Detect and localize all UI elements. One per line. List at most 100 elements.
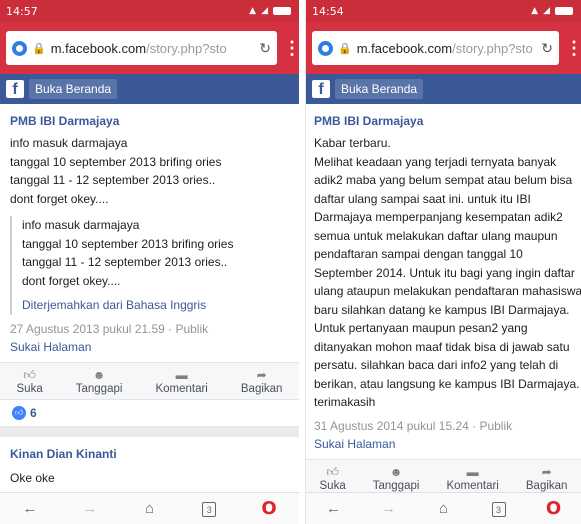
facebook-logo-icon[interactable]: f [6, 80, 24, 98]
comment-button[interactable]: ▬ Komentari [155, 368, 207, 395]
signal-icon: ◢ [543, 6, 550, 16]
facebook-header: f Buka Beranda [306, 74, 581, 104]
post-line: Untuk pertanyaan maupun pesan2 yang [314, 321, 528, 335]
address-bar[interactable]: 🔒 m.facebook.com/story.php?sto ↻ [6, 31, 277, 65]
post-author[interactable]: PMB IBI Darmajaya [314, 114, 573, 128]
post-line: info masuk darmajaya [10, 136, 128, 150]
like-page-link[interactable]: Sukai Halaman [10, 340, 289, 354]
address-bar[interactable]: 🔒 m.facebook.com/story.php?sto ↻ [312, 31, 559, 65]
post-line: terimakasih [314, 395, 376, 409]
react-button[interactable]: ☻ Tanggapi [373, 465, 420, 492]
home-button[interactable]: Buka Beranda [29, 79, 118, 99]
react-button[interactable]: ☻ Tanggapi [76, 368, 123, 395]
opera-site-icon [12, 40, 27, 56]
translated-quote: info masuk darmajaya tanggal 10 septembe… [10, 216, 289, 315]
quote-line: dont forget okey.... [22, 273, 121, 288]
post-author[interactable]: PMB IBI Darmajaya [10, 114, 289, 128]
browser-toolbar: 🔒 m.facebook.com/story.php?sto ↻ ⋮ [0, 22, 299, 74]
forward-icon[interactable]: → [75, 500, 105, 517]
facebook-logo-icon[interactable]: f [312, 80, 330, 98]
post-line: Kabar terbaru. [314, 136, 391, 150]
speech-bubble-icon: ▬ [466, 464, 479, 479]
browser-menu-icon[interactable]: ⋮ [283, 38, 299, 59]
comment-text: Oke oke [10, 470, 55, 485]
url-path: /story.php?sto [452, 40, 533, 56]
post-line: tanggal 10 september 2013 brifing ories [10, 154, 222, 169]
post-line: ulang ataupun melakukan pendaftaran maha… [314, 284, 581, 298]
smiley-icon: ☻ [389, 464, 403, 479]
url-path: /story.php?sto [146, 40, 227, 56]
post-line: semua untuk melakukan daftar ulang maupu… [314, 228, 558, 243]
reload-icon[interactable]: ↻ [541, 40, 553, 57]
home-icon[interactable]: ⌂ [429, 500, 459, 517]
status-bar: 14:57 ▲ ◢ [0, 0, 299, 22]
smiley-icon: ☻ [92, 367, 106, 382]
post-line: daftar ulang sampai saat ini. untuk itu … [314, 191, 531, 206]
post: PMB IBI Darmajaya info masuk darmajaya t… [0, 114, 299, 354]
browser-toolbar: 🔒 m.facebook.com/story.php?sto ↻ ⋮ [306, 22, 581, 74]
share-arrow-icon: ➦ [256, 367, 267, 382]
post-line: Melihat keadaan yang terjadi ternyata ba… [314, 154, 557, 169]
browser-bottom-nav: ← → ⌂ 3 O [306, 492, 581, 524]
back-icon[interactable]: ← [319, 500, 349, 517]
quote-line: info masuk darmajaya [22, 218, 140, 232]
tabs-button[interactable]: 3 [194, 500, 224, 518]
post-line: adik2 maba yang belum sempat atau belum … [314, 173, 573, 187]
lock-icon: 🔒 [32, 42, 46, 55]
quote-line: tanggal 11 - 12 september 2013 ories.. [22, 255, 228, 269]
post-line: Darmajaya memperpanjang kesempatan adik2 [314, 210, 563, 224]
forward-icon[interactable]: → [374, 500, 404, 517]
opera-site-icon [318, 40, 333, 56]
like-reaction-icon: 👍︎ [12, 405, 26, 420]
home-button[interactable]: Buka Beranda [335, 79, 424, 99]
like-button[interactable]: 👍︎ Suka [17, 368, 43, 395]
battery-icon [555, 7, 573, 15]
tabs-button[interactable]: 3 [484, 500, 514, 518]
status-time: 14:54 [312, 4, 344, 18]
post-timestamp: 27 Agustus 2013 pukul 21.59 · Publik [10, 321, 209, 336]
opera-menu-icon[interactable]: O [539, 498, 569, 519]
opera-menu-icon[interactable]: O [254, 498, 284, 519]
thumbs-up-icon: 👍︎ [326, 464, 339, 479]
back-icon[interactable]: ← [15, 500, 45, 517]
share-arrow-icon: ➦ [541, 464, 552, 479]
share-button[interactable]: ➦ Bagikan [241, 368, 283, 395]
wifi-icon: ▲ [249, 6, 257, 16]
url-host: m.facebook.com [50, 40, 147, 56]
browser-bottom-nav: ← → ⌂ 3 O [0, 492, 299, 524]
browser-menu-icon[interactable]: ⋮ [565, 38, 581, 59]
share-button[interactable]: ➦ Bagikan [526, 465, 568, 492]
like-page-link[interactable]: Sukai Halaman [314, 437, 573, 451]
post-line: dont forget okey.... [10, 191, 109, 206]
lock-icon: 🔒 [338, 42, 352, 55]
comment-author[interactable]: Kinan Dian Kinanti [0, 437, 299, 461]
tabs-icon: 3 [202, 502, 217, 518]
reaction-count: 6 [30, 405, 37, 420]
signal-icon: ◢ [261, 6, 268, 16]
status-bar: 14:54 ▲ ◢ [306, 0, 581, 22]
facebook-header: f Buka Beranda [0, 74, 299, 104]
post-line: pendaftaran sampai dengan tanggal 10 [314, 247, 523, 261]
post: PMB IBI Darmajaya Kabar terbaru. Melihat… [306, 114, 581, 451]
post-line: persatu. silahkan baca dari info2 yang t… [314, 358, 559, 372]
thumbs-up-icon: 👍︎ [23, 367, 36, 382]
comment-button[interactable]: ▬ Komentari [446, 465, 498, 492]
wifi-icon: ▲ [531, 6, 539, 16]
post-line: tanggal 11 - 12 september 2013 ories.. [10, 173, 216, 187]
post-line: berikan, atau langsung ke kampus IBI Dar… [314, 376, 580, 391]
left-screenshot: 14:57 ▲ ◢ 🔒 m.facebook.com/story.php?sto… [0, 0, 299, 524]
battery-icon [273, 7, 291, 15]
reaction-summary[interactable]: 👍︎ 6 [0, 400, 299, 427]
reload-icon[interactable]: ↻ [259, 40, 271, 57]
home-icon[interactable]: ⌂ [134, 500, 164, 517]
post-line: baru silahkan datang ke kampus IBI Darma… [314, 302, 570, 317]
speech-bubble-icon: ▬ [175, 367, 188, 382]
url-host: m.facebook.com [356, 40, 453, 56]
post-actions: 👍︎ Suka ☻ Tanggapi ▬ Komentari ➦ Bagikan [306, 458, 581, 497]
translation-link[interactable]: Diterjemahkan dari Bahasa Inggris [22, 296, 289, 315]
post-text: info masuk darmajaya tanggal 10 septembe… [10, 134, 289, 208]
right-screenshot: 14:54 ▲ ◢ 🔒 m.facebook.com/story.php?sto… [305, 0, 581, 524]
post-timestamp: 31 Agustus 2014 pukul 15.24 · Publik [314, 418, 513, 433]
like-button[interactable]: 👍︎ Suka [320, 465, 346, 492]
post-line: ditanyakan mohon maaf tidak bisa di jawa… [314, 339, 570, 354]
